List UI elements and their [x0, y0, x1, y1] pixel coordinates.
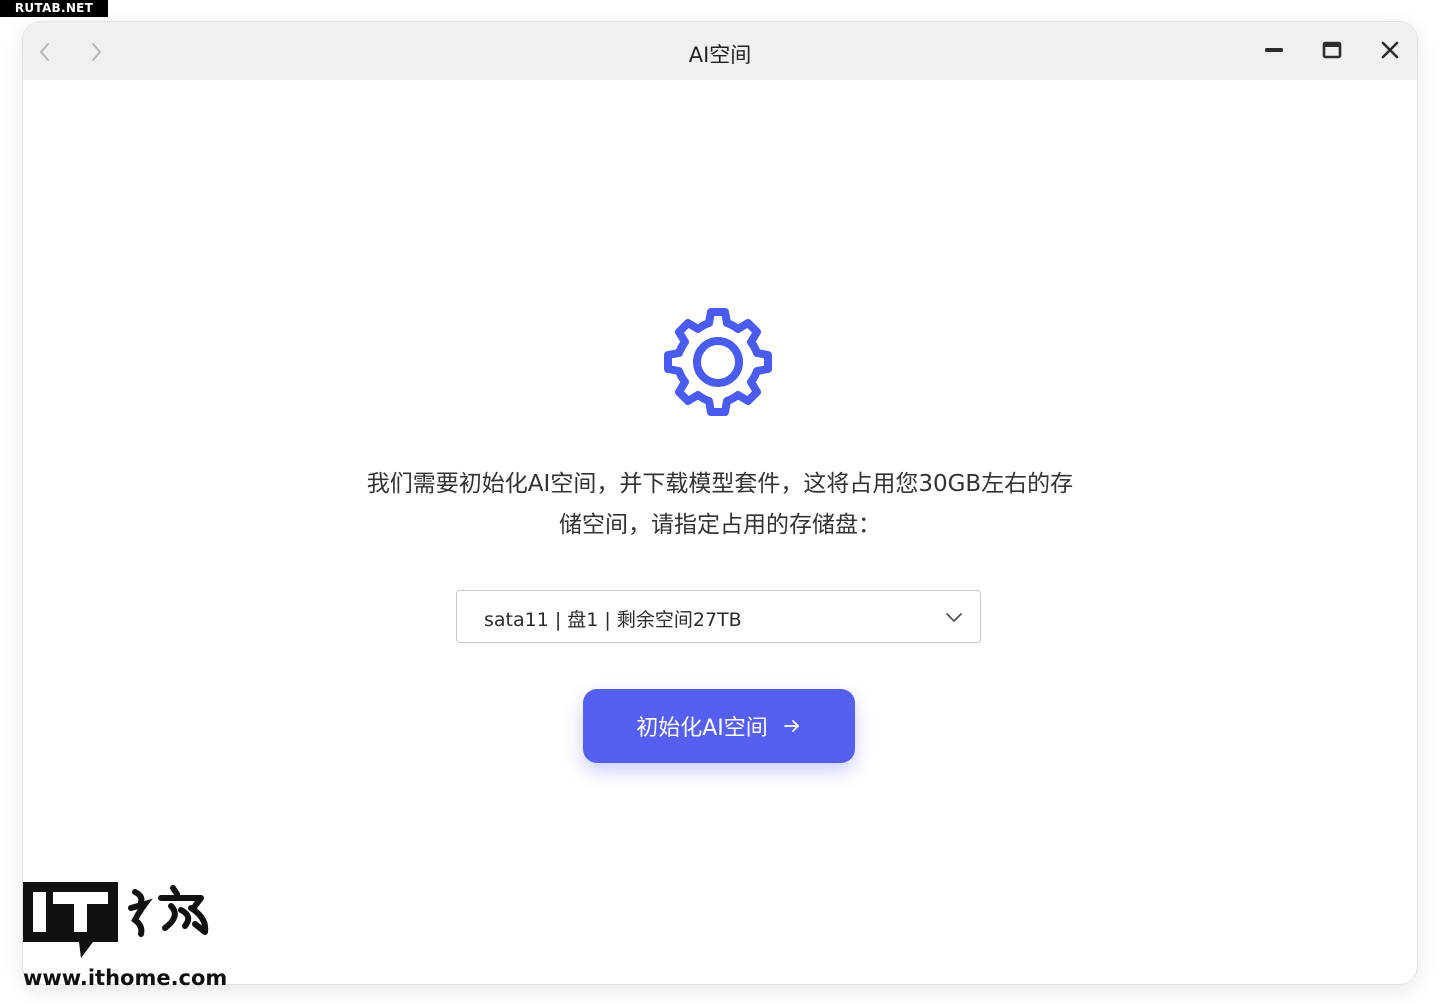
rutab-watermark: RUTAB.NET — [0, 0, 108, 17]
maximize-icon — [1322, 41, 1342, 59]
gear-icon — [663, 307, 773, 417]
window-title: AI空间 — [688, 43, 752, 67]
minimize-icon — [1265, 48, 1283, 52]
minimize-button[interactable] — [1259, 37, 1289, 65]
message-line-2: 储空间，请指定占用的存储盘： — [559, 512, 881, 538]
close-button[interactable] — [1375, 37, 1405, 65]
storage-disk-select[interactable]: sata11 | 盘1 | 剩余空间27TB — [456, 590, 981, 643]
close-icon — [1381, 41, 1399, 59]
maximize-button[interactable] — [1317, 37, 1347, 65]
init-message: 我们需要初始化AI空间，并下载模型套件，这将占用您30GB左右的存 储空间，请指… — [293, 464, 1147, 546]
storage-disk-value: sata11 | 盘1 | 剩余空间27TB — [484, 609, 742, 631]
chevron-down-icon — [946, 613, 962, 622]
ithome-url: www.ithome.com — [23, 966, 228, 990]
screen: RUTAB.NET AI空间 我们需要初始化AI空间，并下载模型套件，这将占用您… — [0, 0, 1440, 1007]
initialize-ai-space-button[interactable]: 初始化AI空间 — [583, 689, 855, 763]
initialize-button-label: 初始化AI空间 — [636, 716, 768, 741]
app-window: AI空间 我们需要初始化AI空间，并下载模型套件，这将占用您30GB左右的存 储… — [23, 22, 1417, 984]
arrow-right-icon — [783, 720, 799, 732]
title-bar: AI空间 — [23, 22, 1417, 80]
ithome-logo — [23, 882, 209, 958]
message-line-1: 我们需要初始化AI空间，并下载模型套件，这将占用您30GB左右的存 — [366, 471, 1074, 497]
